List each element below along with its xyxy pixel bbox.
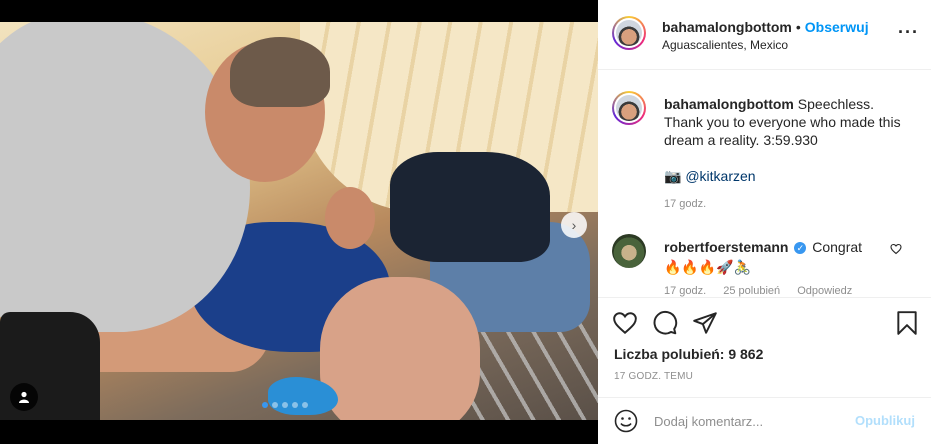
- add-comment-bar: Opublikuj: [598, 397, 931, 444]
- publish-button[interactable]: Opublikuj: [855, 413, 915, 428]
- follow-button[interactable]: Obserwuj: [805, 19, 869, 35]
- heart-icon[interactable]: [612, 310, 638, 336]
- comment-time: 17 godz.: [664, 285, 707, 297]
- user-tag-icon[interactable]: [10, 383, 38, 411]
- caption-username[interactable]: bahamalongbottom: [664, 96, 794, 112]
- comment-likes[interactable]: 25 polubień: [723, 285, 780, 297]
- photo-woman-leg: [320, 277, 480, 420]
- comment-text: Congrat: [812, 239, 863, 255]
- caption-line-1: Speechless.: [797, 96, 875, 112]
- caption-line-2: Thank you to everyone who made this: [664, 114, 901, 130]
- comments-area[interactable]: bahamalongbottom Speechless. Thank you t…: [598, 71, 931, 297]
- post-media: ›: [0, 0, 598, 444]
- caption-line-3: dream a reality. 3:59.930: [664, 132, 818, 148]
- post-caption: bahamalongbottom Speechless. Thank you t…: [664, 95, 914, 185]
- post-actions: Liczba polubień: 9 862 17 GODZ. TEMU: [598, 297, 931, 397]
- post-header: bahamalongbottom • Obserwuj Aguascalientes…: [598, 0, 931, 70]
- comment-meta: 17 godz. 25 polubień Odpowiedz: [664, 285, 866, 297]
- photo-woman: [390, 152, 550, 262]
- photo-man-hair: [230, 37, 330, 107]
- comment-like-icon[interactable]: [890, 243, 902, 258]
- carousel-dot: [272, 402, 278, 408]
- carousel-dot: [262, 402, 268, 408]
- caption-avatar[interactable]: [612, 91, 646, 125]
- commenter-avatar[interactable]: [612, 234, 646, 268]
- caption-time: 17 godz.: [664, 198, 707, 210]
- photo-rider-head: [325, 187, 375, 249]
- chevron-right-icon: ›: [571, 217, 577, 233]
- likes-count[interactable]: Liczba polubień: 9 862: [614, 346, 763, 362]
- avatar[interactable]: [612, 16, 646, 50]
- carousel-dot: [292, 402, 298, 408]
- carousel-dot: [282, 402, 288, 408]
- post-time: 17 GODZ. TEMU: [614, 371, 694, 382]
- emoji-icon[interactable]: [614, 409, 638, 433]
- comment-input[interactable]: [654, 409, 844, 433]
- carousel-dot: [302, 402, 308, 408]
- comment-emojis: 🔥🔥🔥🚀🚴: [664, 259, 752, 275]
- comment-icon[interactable]: [652, 310, 678, 336]
- photo-man: [0, 22, 250, 332]
- header-username[interactable]: bahamalongbottom: [662, 19, 792, 35]
- photographer-link[interactable]: @kitkarzen: [685, 168, 755, 184]
- camera-icon: 📷: [664, 168, 682, 184]
- post-sidebar: bahamalongbottom • Obserwuj Aguascalientes…: [598, 0, 931, 444]
- bookmark-icon[interactable]: [894, 310, 920, 336]
- header-separator: •: [795, 19, 801, 35]
- share-icon[interactable]: [692, 310, 718, 336]
- header-user-line: bahamalongbottom • Obserwuj: [662, 19, 869, 35]
- carousel-next-button[interactable]: ›: [561, 212, 587, 238]
- reply-button[interactable]: Odpowiedz: [797, 285, 852, 297]
- comment-item: robertfoerstemann ✓ Congrat 🔥🔥🔥🚀🚴: [664, 237, 894, 277]
- carousel-indicator: [262, 402, 308, 408]
- post-photo[interactable]: [0, 22, 598, 420]
- verified-icon: ✓: [794, 242, 807, 255]
- more-icon[interactable]: ···: [898, 22, 919, 43]
- post-location[interactable]: Aguascalientes, Mexico: [662, 38, 788, 52]
- commenter-username[interactable]: robertfoerstemann: [664, 239, 788, 255]
